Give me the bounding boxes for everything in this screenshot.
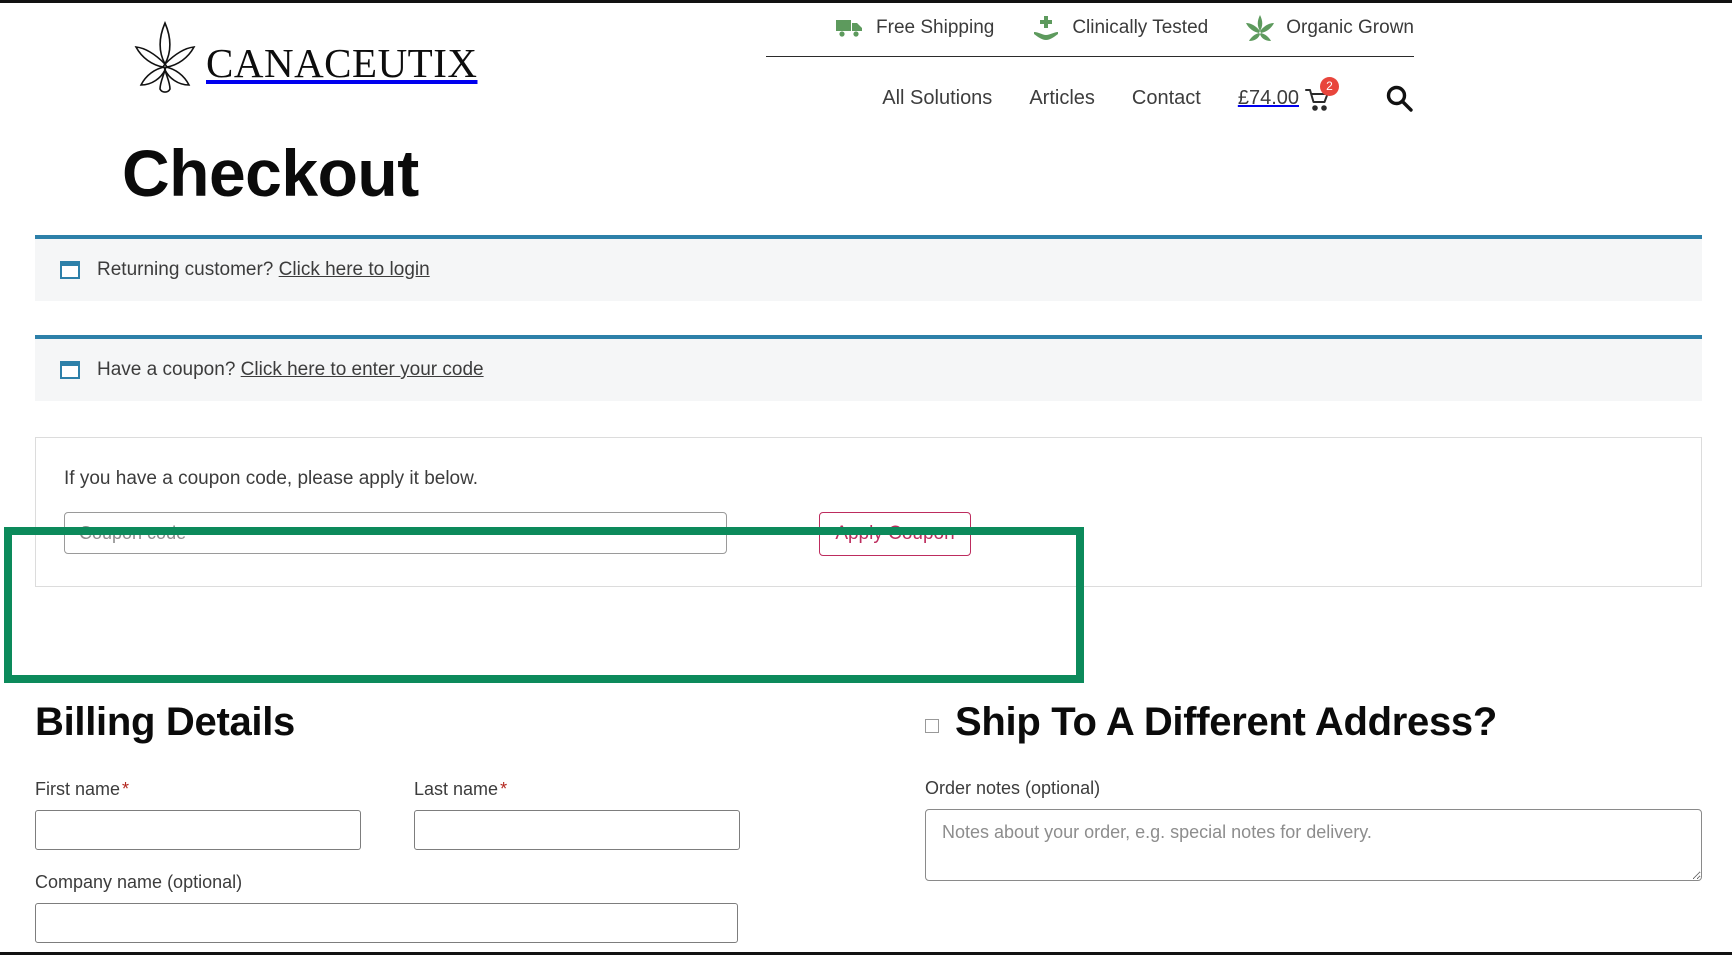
info-box-icon	[60, 361, 80, 379]
first-name-label: First name *	[35, 779, 361, 800]
cannabis-leaf-icon	[128, 17, 202, 109]
last-name-label: Last name *	[414, 779, 740, 800]
cannabis-leaf-icon	[1245, 13, 1275, 43]
order-notes-field: Order notes (optional)	[925, 778, 1702, 886]
main-navigation: All Solutions Articles Contact £74.00 2	[882, 77, 1414, 113]
login-link[interactable]: Click here to login	[279, 259, 430, 280]
ship-different-address-row: Ship To A Different Address?	[925, 699, 1702, 745]
have-coupon-notice[interactable]: Have a coupon? Click here to enter your …	[35, 335, 1702, 401]
cart-item-count: 2	[1320, 77, 1339, 96]
shipping-section: Ship To A Different Address? Order notes…	[925, 699, 1702, 952]
billing-details-section: Billing Details First name * Last name * C…	[35, 699, 857, 952]
returning-customer-notice[interactable]: Returning customer? Click here to login	[35, 235, 1702, 301]
last-name-input[interactable]	[414, 810, 740, 850]
required-marker: *	[122, 779, 130, 799]
notice-text: Have a coupon? Click here to enter your …	[97, 359, 484, 381]
company-name-field: Company name (optional)	[35, 872, 857, 943]
notice-message: Have a coupon?	[97, 359, 236, 380]
trust-badges: Free Shipping Clinically Tested Organic …	[835, 13, 1414, 43]
badge-organic-grown: Organic Grown	[1245, 13, 1414, 43]
apply-coupon-button[interactable]: Apply Coupon	[819, 512, 971, 556]
checkout-page: CANACEUTIX Free Shipping Clinically Test…	[0, 0, 1732, 955]
notice-message: Returning customer?	[97, 259, 274, 280]
required-marker: *	[500, 779, 508, 799]
site-header: CANACEUTIX Free Shipping Clinically Test…	[0, 3, 1732, 133]
brand-name: CANACEUTIX	[206, 39, 478, 86]
badge-label: Clinically Tested	[1072, 17, 1209, 38]
field-label-text: First name	[35, 779, 121, 799]
coupon-hint-text: If you have a coupon code, please apply …	[64, 468, 479, 489]
hand-holding-plus-icon	[1031, 13, 1061, 43]
coupon-form-panel: If you have a coupon code, please apply …	[35, 437, 1702, 587]
badge-label: Free Shipping	[876, 17, 995, 38]
shopping-cart-icon: 2	[1305, 77, 1339, 113]
cart-link[interactable]: £74.00 2	[1237, 77, 1339, 113]
delivery-truck-icon	[835, 13, 865, 43]
page-title: Checkout	[122, 136, 419, 210]
first-name-input[interactable]	[35, 810, 361, 850]
coupon-code-input[interactable]	[64, 512, 727, 554]
billing-details-title: Billing Details	[35, 700, 295, 744]
ship-to-different-address-checkbox[interactable]	[925, 719, 939, 733]
order-notes-textarea[interactable]	[925, 809, 1702, 881]
coupon-input-row: Apply Coupon	[64, 512, 1673, 556]
brand-logo[interactable]: CANACEUTIX	[128, 17, 477, 109]
search-button[interactable]	[1384, 83, 1414, 113]
badge-free-shipping: Free Shipping	[835, 13, 994, 43]
header-divider	[766, 56, 1414, 57]
info-box-icon	[60, 261, 80, 279]
badge-label: Organic Grown	[1286, 17, 1414, 38]
cart-total: £74.00	[1237, 86, 1299, 109]
order-notes-label: Order notes (optional)	[925, 778, 1101, 798]
nav-item-all-solutions[interactable]: All Solutions	[882, 87, 992, 110]
first-name-field: First name *	[35, 779, 361, 850]
name-field-row: First name * Last name *	[35, 779, 857, 872]
nav-item-contact[interactable]: Contact	[1132, 87, 1201, 110]
last-name-field: Last name *	[414, 779, 740, 850]
coupon-link[interactable]: Click here to enter your code	[241, 359, 484, 380]
notice-text: Returning customer? Click here to login	[97, 259, 430, 281]
checkout-columns: Billing Details First name * Last name * C…	[0, 699, 1732, 952]
company-name-label: Company name (optional)	[35, 872, 243, 892]
company-name-input[interactable]	[35, 903, 738, 943]
nav-item-articles[interactable]: Articles	[1029, 87, 1095, 110]
ship-different-address-title: Ship To A Different Address?	[955, 700, 1497, 744]
search-icon	[1384, 85, 1414, 116]
badge-clinically-tested: Clinically Tested	[1031, 13, 1208, 43]
field-label-text: Last name	[414, 779, 499, 799]
